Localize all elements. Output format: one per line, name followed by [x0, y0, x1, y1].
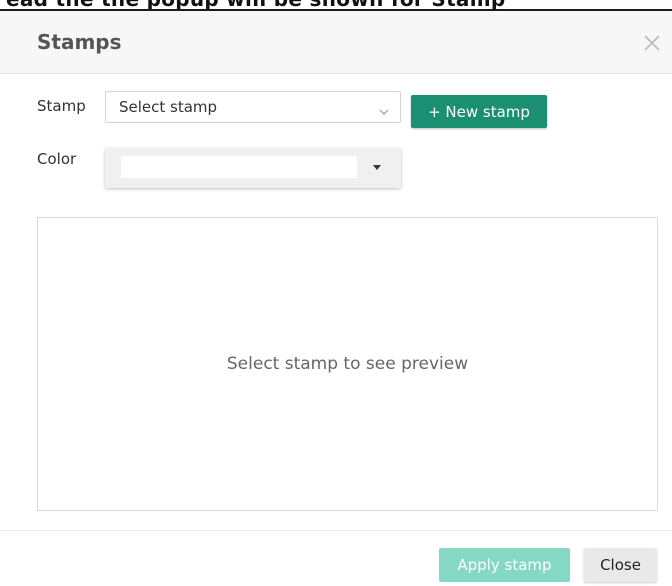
footer-divider — [0, 530, 672, 531]
close-icon[interactable] — [640, 31, 664, 55]
stamp-preview-area: Select stamp to see preview — [37, 217, 658, 511]
chevron-down-icon — [378, 102, 390, 115]
close-button[interactable]: Close — [584, 548, 657, 582]
dialog-title: Stamps — [37, 30, 122, 54]
page: ead the the popup will be shown for Stam… — [0, 0, 672, 586]
apply-stamp-button[interactable]: Apply stamp — [439, 548, 570, 582]
stamp-select-value: Select stamp — [119, 98, 218, 116]
preview-placeholder: Select stamp to see preview — [226, 354, 469, 374]
color-picker[interactable] — [105, 148, 401, 188]
new-stamp-button[interactable]: + New stamp — [411, 95, 547, 128]
stamp-label: Stamp — [37, 97, 86, 115]
dialog-header: Stamps — [0, 11, 672, 74]
caret-down-icon — [373, 165, 381, 170]
color-swatch — [121, 156, 357, 178]
stamps-dialog: Stamps Stamp Select stamp + New stamp Co… — [0, 11, 672, 586]
stamp-select[interactable]: Select stamp — [105, 91, 401, 123]
color-label: Color — [37, 150, 77, 168]
